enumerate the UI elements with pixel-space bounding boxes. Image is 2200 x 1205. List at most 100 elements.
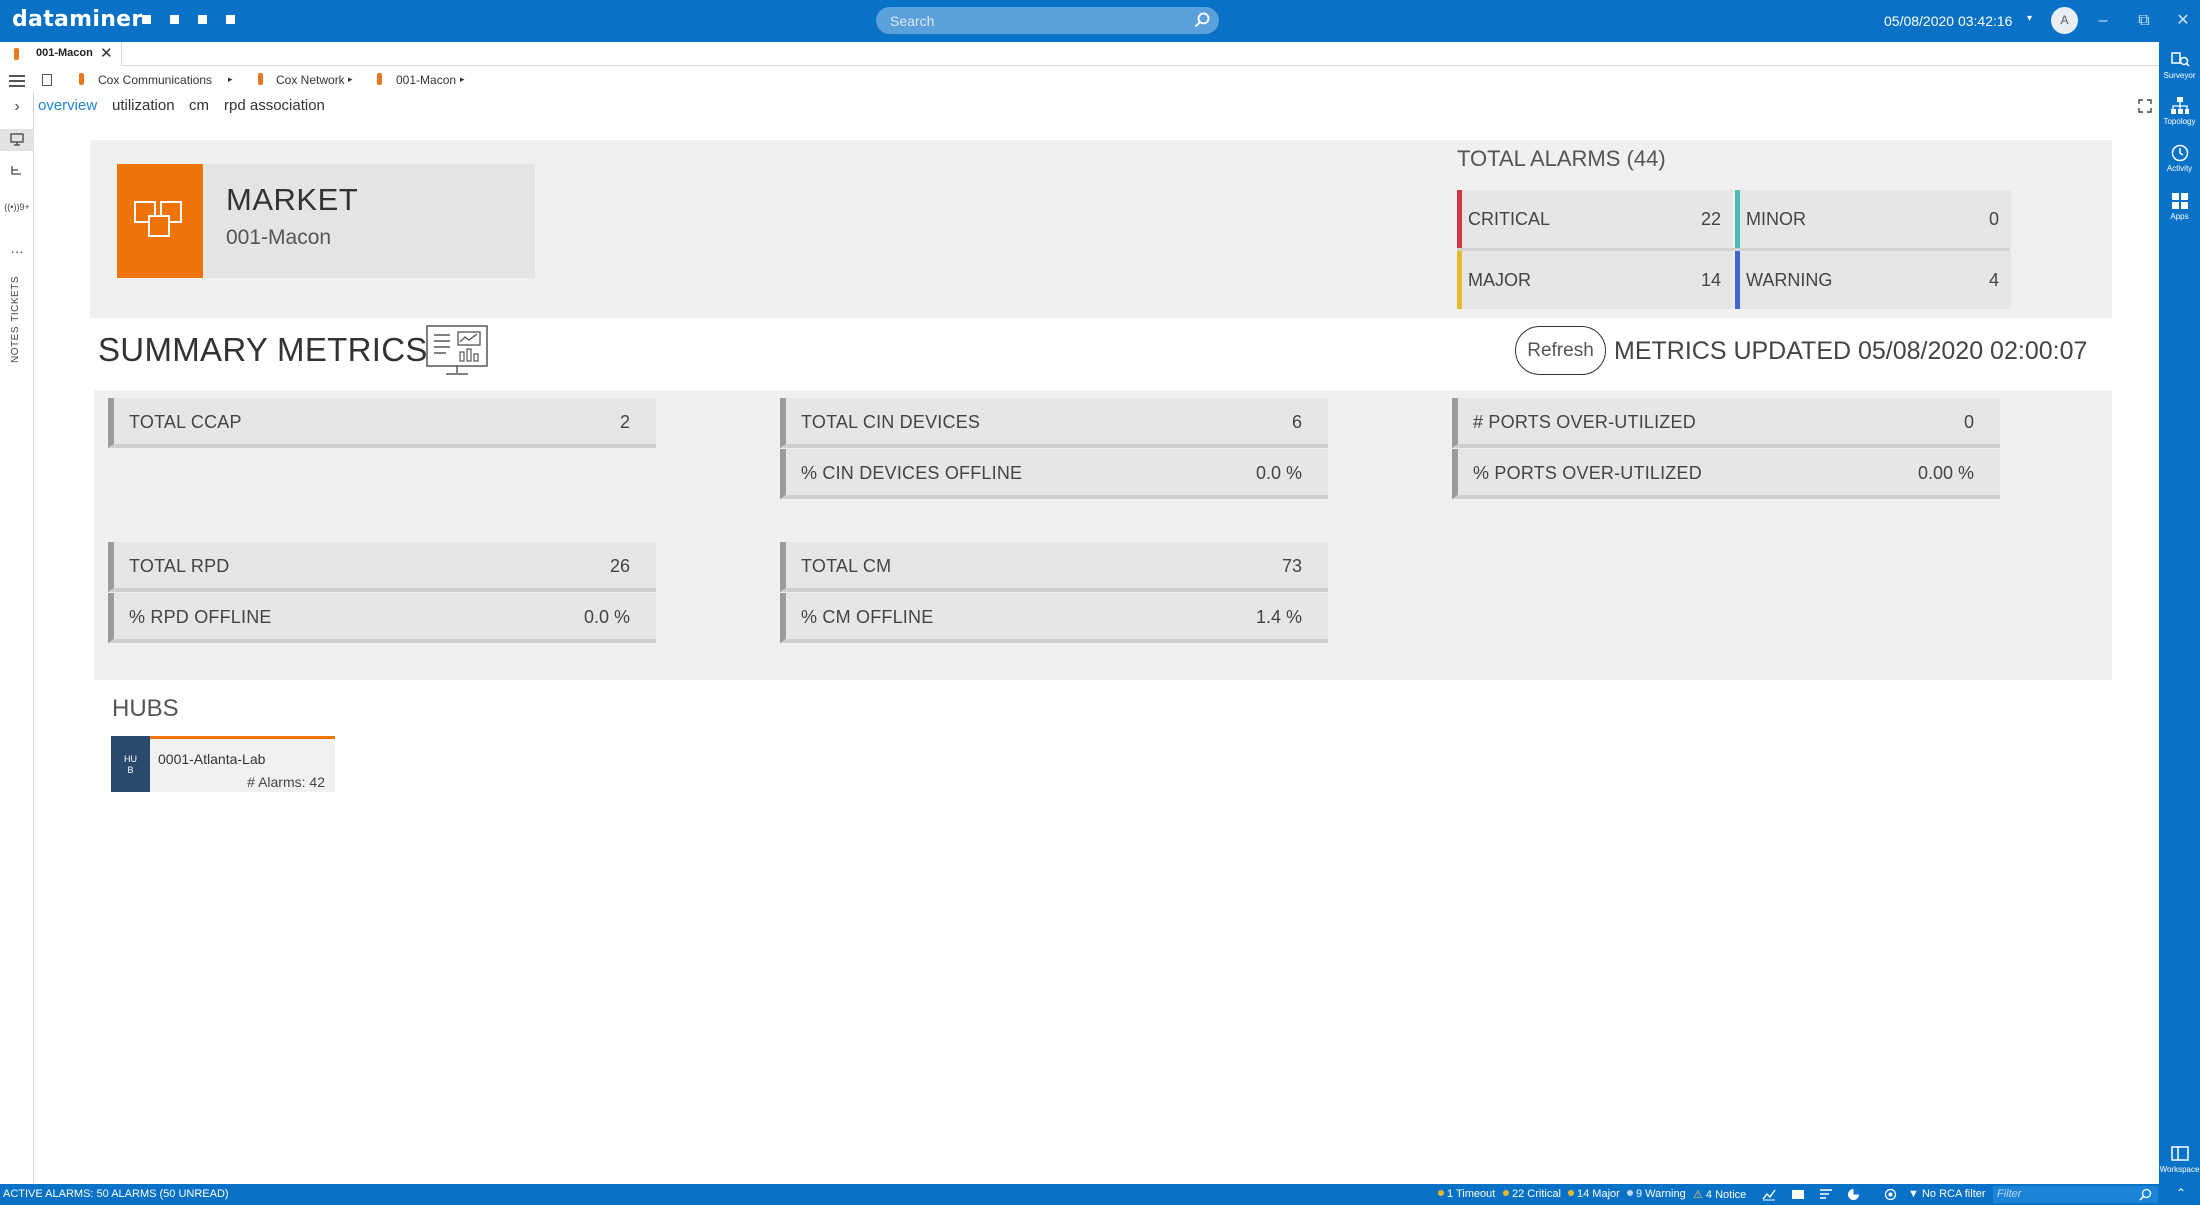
alarm-minor[interactable]: MINOR 0 xyxy=(1735,190,2011,248)
search-icon[interactable] xyxy=(1193,11,1211,29)
alarm-warning[interactable]: WARNING 4 xyxy=(1735,251,2011,309)
status-timeout-label: 1 Timeout xyxy=(1447,1188,1496,1200)
summary-metrics-title: SUMMARY METRICS xyxy=(98,331,428,368)
hub-alarm-count: # Alarms: 42 xyxy=(247,774,325,790)
apps-button[interactable]: Apps xyxy=(2159,191,2200,221)
view-marker-icon xyxy=(79,73,84,85)
document-icon[interactable] xyxy=(42,74,52,86)
metric-label: % RPD OFFLINE xyxy=(129,607,272,627)
menu-dot-1[interactable] xyxy=(142,15,151,24)
menu-dot-2[interactable] xyxy=(170,15,179,24)
status-critical[interactable]: 22 Critical xyxy=(1503,1188,1561,1200)
status-critical-label: 22 Critical xyxy=(1512,1188,1561,1200)
clock-dropdown-icon[interactable]: ▾ xyxy=(2027,13,2032,24)
target-icon[interactable] xyxy=(1884,1188,1897,1201)
status-notice[interactable]: ⚠ 4 Notice xyxy=(1693,1188,1746,1201)
tab-001-macon[interactable]: 001-Macon ✕ xyxy=(0,42,122,66)
breadcrumb-cox-communications[interactable]: Cox Communications xyxy=(98,73,212,87)
alarm-filter-input[interactable]: Filter xyxy=(1993,1186,2158,1203)
activity-label: Activity xyxy=(2166,164,2193,173)
metric-ports-over-utilized-count: # PORTS OVER-UTILIZED 0 xyxy=(1452,398,2000,448)
tab-close-icon[interactable]: ✕ xyxy=(100,44,113,62)
hamburger-menu-icon[interactable] xyxy=(9,75,25,90)
trend-chart-icon[interactable] xyxy=(1762,1188,1776,1201)
alarm-major-label: MAJOR xyxy=(1468,270,1531,290)
market-icon-tile xyxy=(117,164,203,278)
active-alarms-summary[interactable]: ACTIVE ALARMS: 50 ALARMS (50 UNREAD) xyxy=(3,1188,229,1200)
pie-chart-icon[interactable] xyxy=(1847,1188,1860,1201)
status-major[interactable]: 14 Major xyxy=(1568,1188,1620,1200)
data-view-toggle[interactable] xyxy=(0,164,34,181)
expand-panel-icon[interactable]: › xyxy=(0,98,34,116)
breadcrumb: Cox Communications ▸ Cox Network ▸ 001-M… xyxy=(0,70,1200,92)
alarm-critical[interactable]: CRITICAL 22 xyxy=(1457,190,1733,248)
restore-button[interactable]: ⧉ xyxy=(2133,10,2155,32)
surveyor-icon xyxy=(2170,52,2190,67)
expand-alarm-bar-icon[interactable]: ⌃ xyxy=(2176,1186,2186,1200)
workspace-button[interactable]: Workspace xyxy=(2159,1144,2200,1174)
timeout-dot-icon xyxy=(1438,1190,1444,1196)
metrics-updated-timestamp: METRICS UPDATED 05/08/2020 02:00:07 xyxy=(1614,337,2088,365)
dashboard-report-icon[interactable] xyxy=(426,325,488,377)
more-icon[interactable]: … xyxy=(0,240,34,256)
search-icon[interactable] xyxy=(2139,1188,2152,1201)
search-placeholder: Search xyxy=(890,13,935,29)
menu-dot-3[interactable] xyxy=(198,15,207,24)
tab-cm[interactable]: cm xyxy=(189,97,209,114)
breadcrumb-arrow-icon[interactable]: ▸ xyxy=(348,74,353,85)
filter-icon: ▼ xyxy=(1908,1188,1922,1200)
breadcrumb-arrow-icon[interactable]: ▸ xyxy=(460,74,465,85)
breadcrumb-arrow-icon[interactable]: ▸ xyxy=(228,74,233,85)
metric-label: TOTAL RPD xyxy=(129,556,230,576)
monitor-icon xyxy=(10,133,24,146)
workspace-label: Workspace xyxy=(2159,1165,2200,1174)
system-clock: 05/08/2020 03:42:16 xyxy=(1884,13,2013,29)
alarm-divider xyxy=(1457,248,2010,251)
minor-severity-bar xyxy=(1735,190,1740,248)
alarm-minor-label: MINOR xyxy=(1746,209,1806,229)
hub-card-0001-atlanta-lab[interactable]: HU B 0001-Atlanta-Lab # Alarms: 42 xyxy=(111,736,335,792)
alarm-major[interactable]: MAJOR 14 xyxy=(1457,251,1733,309)
rca-filter[interactable]: ▼ No RCA filter xyxy=(1908,1188,1986,1200)
search-input[interactable]: Search xyxy=(876,7,1219,34)
notes-tab[interactable]: NOTES xyxy=(10,326,21,363)
user-avatar[interactable]: A xyxy=(2051,7,2078,34)
topology-label: Topology xyxy=(2163,117,2196,126)
visual-overview-toggle[interactable] xyxy=(0,129,34,151)
metric-value: 0 xyxy=(1963,412,1974,432)
tab-overview[interactable]: overview xyxy=(38,97,97,114)
topology-icon xyxy=(2170,97,2189,114)
refresh-button[interactable]: Refresh xyxy=(1515,326,1606,375)
signal-icon[interactable]: ((•))9+ xyxy=(0,202,34,212)
status-timeout[interactable]: 1 Timeout xyxy=(1438,1188,1495,1200)
tab-utilization[interactable]: utilization xyxy=(112,97,175,114)
alarm-warning-label: WARNING xyxy=(1746,270,1833,290)
metric-rpd-offline: % RPD OFFLINE 0.0 % xyxy=(108,593,656,643)
metric-value: 0.0 % xyxy=(583,607,630,627)
close-button[interactable]: ✕ xyxy=(2172,10,2194,32)
metric-label: % CIN DEVICES OFFLINE xyxy=(801,463,1023,483)
activity-button[interactable]: Activity xyxy=(2159,143,2200,173)
alarm-warning-count: 4 xyxy=(1988,270,1999,290)
tab-rpd-association[interactable]: rpd association xyxy=(224,97,325,114)
status-warning[interactable]: 9 Warning xyxy=(1627,1188,1686,1200)
list-view-icon[interactable] xyxy=(1791,1189,1805,1200)
apps-grid-icon xyxy=(2171,193,2188,209)
alarm-minor-count: 0 xyxy=(1988,209,1999,229)
element-marker-icon xyxy=(14,48,19,60)
app-menu-dots xyxy=(142,15,235,24)
surveyor-button[interactable]: Surveyor xyxy=(2159,50,2200,80)
view-marker-icon xyxy=(258,73,263,85)
notice-warning-icon: ⚠ xyxy=(1693,1189,1706,1201)
sort-icon[interactable] xyxy=(1819,1188,1833,1201)
breadcrumb-cox-network[interactable]: Cox Network xyxy=(276,73,345,87)
minimize-button[interactable]: – xyxy=(2092,10,2114,32)
market-type-title: MARKET xyxy=(226,182,359,217)
topology-button[interactable]: Topology xyxy=(2159,96,2200,126)
metric-value: 0.00 % xyxy=(1917,463,1974,483)
menu-dot-4[interactable] xyxy=(226,15,235,24)
tickets-tab[interactable]: TICKETS xyxy=(10,276,21,322)
metric-label: # PORTS OVER-UTILIZED xyxy=(1473,412,1696,432)
breadcrumb-001-macon[interactable]: 001-Macon xyxy=(396,73,456,87)
fullscreen-icon[interactable] xyxy=(2138,99,2152,113)
